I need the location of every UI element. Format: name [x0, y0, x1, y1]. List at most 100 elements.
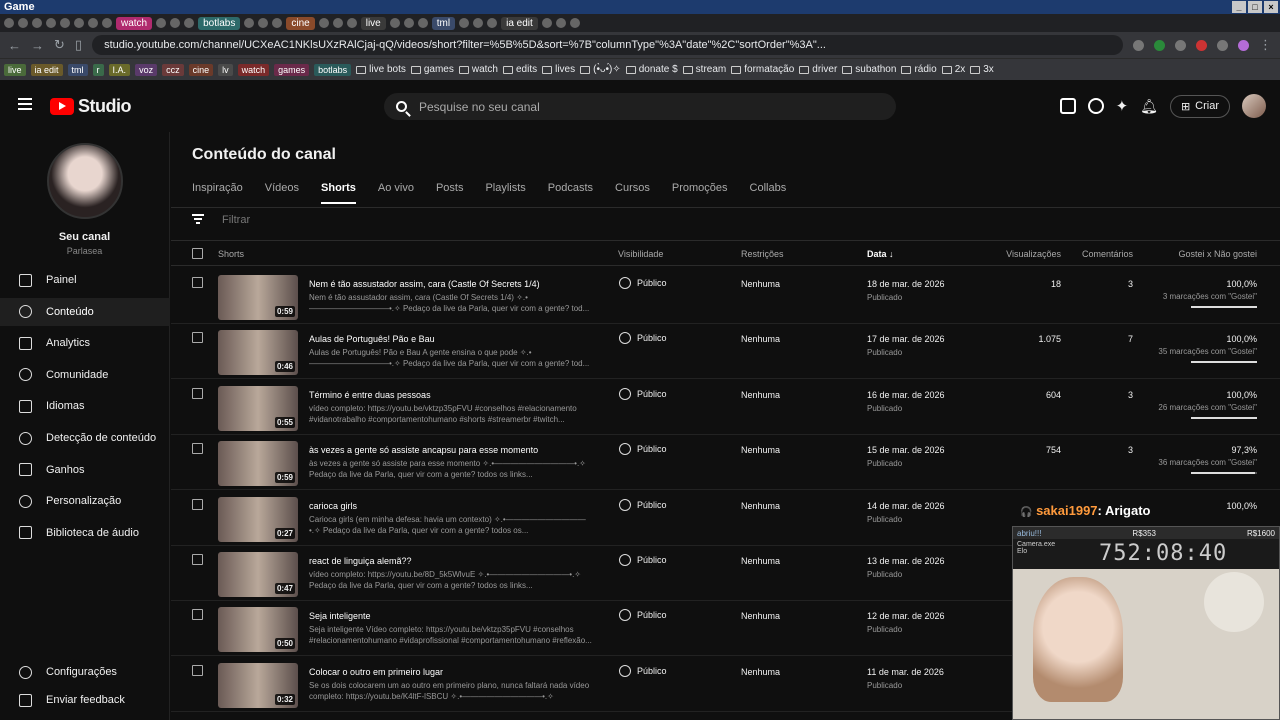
row-checkbox[interactable] — [192, 277, 203, 288]
row-checkbox[interactable] — [192, 498, 203, 510]
bookmark-chip[interactable]: r — [92, 63, 104, 76]
column-views[interactable]: Visualizações — [1006, 249, 1061, 259]
visibility-cell[interactable]: Público — [619, 443, 667, 456]
bookmark-folder[interactable]: driver — [799, 64, 837, 75]
maximize-window-icon[interactable]: □ — [1248, 1, 1262, 13]
bookmark-chip[interactable]: I.A. — [108, 63, 131, 76]
tab-vdeos[interactable]: Vídeos — [265, 182, 299, 204]
sidebar-item[interactable]: Detecção de conteúdo — [0, 424, 170, 452]
row-checkbox[interactable] — [192, 387, 203, 399]
sidebar-item-feedback[interactable]: Enviar feedback — [0, 686, 170, 714]
column-date[interactable]: Data ↓ — [867, 249, 894, 259]
visibility-cell[interactable]: Público — [619, 387, 667, 400]
sidebar-item[interactable]: Ganhos — [0, 456, 170, 484]
forward-icon[interactable]: → — [31, 38, 44, 53]
minimize-window-icon[interactable]: _ — [1232, 1, 1246, 13]
sidebar-item[interactable]: Comunidade — [0, 361, 170, 389]
notifications-icon[interactable]: 🔔︎ — [1140, 98, 1158, 115]
row-checkbox[interactable] — [192, 554, 203, 565]
table-row[interactable]: 0:55 Término é entre duas pessoas vídeo co… — [171, 380, 1280, 435]
video-thumbnail[interactable]: 0:55 — [218, 385, 298, 431]
tab-favicon-icon[interactable] — [569, 18, 580, 28]
extension-icon[interactable] — [1217, 39, 1228, 51]
extension-icon[interactable] — [1196, 39, 1207, 51]
tab-favicon-icon[interactable] — [244, 18, 255, 28]
browser-tab[interactable]: watch — [116, 16, 153, 30]
close-window-icon[interactable]: × — [1264, 1, 1278, 13]
bookmark-folder[interactable]: lives — [542, 64, 575, 75]
bookmark-chip[interactable]: games — [274, 63, 310, 76]
tab-favicon-icon[interactable] — [541, 18, 552, 28]
browser-tab[interactable]: tml — [431, 16, 456, 30]
sidebar-item-settings[interactable]: Configurações — [0, 658, 170, 686]
table-row[interactable]: 0:46 Aulas de Português! Pão e Bau Aulas d… — [171, 324, 1280, 380]
video-thumbnail[interactable]: 0:27 — [218, 496, 298, 542]
video-title[interactable]: carioca girls — [309, 501, 357, 511]
bookmark-folder[interactable]: stream — [682, 64, 726, 75]
bookmark-chip[interactable]: cine — [188, 63, 214, 76]
reload-icon[interactable]: ↻ — [54, 37, 65, 53]
bookmark-icon[interactable]: ▯ — [75, 37, 82, 53]
channel-search[interactable]: Pesquise no seu canal — [384, 93, 896, 120]
bookmark-chip[interactable]: lv — [218, 63, 233, 76]
tab-favicon-icon[interactable] — [102, 18, 112, 28]
tab-favicon-icon[interactable] — [74, 18, 84, 28]
video-thumbnail[interactable]: 0:32 — [218, 662, 298, 708]
tab-favicon-icon[interactable] — [403, 18, 414, 28]
url-field[interactable]: studio.youtube.com/channel/UCXeAC1NKlsUX… — [92, 35, 1123, 55]
table-row[interactable]: 0:59 às vezes a gente só assiste ancapsu … — [171, 435, 1280, 491]
tab-favicon-icon[interactable] — [184, 18, 195, 28]
filter-bar[interactable]: Filtrar — [192, 214, 250, 226]
sidebar-item[interactable]: Idiomas — [0, 392, 170, 420]
visibility-cell[interactable]: Público — [619, 332, 667, 345]
tab-podcasts[interactable]: Podcasts — [548, 182, 593, 204]
video-title[interactable]: Colocar o outro em primeiro lugar — [309, 667, 443, 677]
tab-favicon-icon[interactable] — [170, 18, 181, 28]
video-title[interactable]: Nem é tão assustador assim, cara (Castle… — [309, 279, 540, 289]
bookmark-folder[interactable]: 3x — [970, 64, 994, 75]
profile-icon[interactable] — [1238, 39, 1249, 51]
tab-favicon-icon[interactable] — [88, 18, 98, 28]
browser-tab[interactable]: cine — [286, 16, 315, 30]
bookmark-folder[interactable]: 2x — [941, 64, 965, 75]
tab-favicon-icon[interactable] — [156, 18, 167, 28]
bookmark-chip[interactable]: voz — [135, 63, 158, 76]
studio-logo[interactable]: Studio — [50, 96, 132, 117]
sidebar-item[interactable]: Conteúdo — [0, 297, 170, 326]
bookmark-chip[interactable]: watch — [237, 63, 270, 76]
comments-cell[interactable]: 3 — [1128, 279, 1133, 289]
tab-favicon-icon[interactable] — [272, 18, 283, 28]
column-visibility[interactable]: Visibilidade — [618, 249, 663, 259]
video-thumbnail[interactable]: 0:59 — [218, 275, 298, 320]
sparkle-icon[interactable]: ✦ — [1116, 97, 1129, 115]
row-checkbox[interactable] — [192, 332, 203, 344]
sidebar-item[interactable]: Biblioteca de áudio — [0, 519, 170, 547]
visibility-cell[interactable]: Público — [619, 664, 667, 677]
bookmark-folder[interactable]: live bots — [356, 64, 406, 75]
bookmark-chip[interactable]: ccz — [162, 63, 184, 76]
bookmark-chip[interactable]: tml — [67, 63, 88, 76]
video-thumbnail[interactable]: 0:50 — [218, 607, 298, 653]
video-thumbnail[interactable]: 0:59 — [218, 441, 298, 487]
tab-favicon-icon[interactable] — [318, 18, 329, 28]
tab-favicon-icon[interactable] — [46, 18, 56, 28]
column-comments[interactable]: Comentários — [1082, 249, 1133, 259]
tab-promoes[interactable]: Promoções — [672, 182, 728, 204]
sidebar-item[interactable]: Painel — [0, 266, 170, 294]
sidebar-item[interactable]: Analytics — [0, 329, 170, 357]
bookmark-folder[interactable]: watch — [458, 64, 498, 75]
back-icon[interactable]: ← — [8, 38, 21, 53]
tab-aovivo[interactable]: Ao vivo — [378, 182, 414, 204]
tab-favicon-icon[interactable] — [346, 18, 357, 28]
video-title[interactable]: Aulas de Português! Pão e Bau — [309, 334, 435, 344]
tab-favicon-icon[interactable] — [18, 18, 28, 28]
tab-inspirao[interactable]: Inspiração — [192, 182, 243, 204]
video-title[interactable]: às vezes a gente só assiste ancapsu para… — [309, 445, 538, 455]
account-avatar[interactable] — [1242, 94, 1266, 118]
bookmark-chip[interactable]: live — [4, 63, 26, 76]
bookmark-folder[interactable]: (•̀ᴗ•́)✧ — [580, 64, 621, 75]
visibility-cell[interactable]: Público — [619, 554, 667, 566]
column-likes[interactable]: Gostei x Não gostei — [1178, 249, 1257, 259]
table-row[interactable]: 0:59 Nem é tão assustador assim, cara (Ca… — [171, 269, 1280, 324]
tab-favicon-icon[interactable] — [417, 18, 428, 28]
